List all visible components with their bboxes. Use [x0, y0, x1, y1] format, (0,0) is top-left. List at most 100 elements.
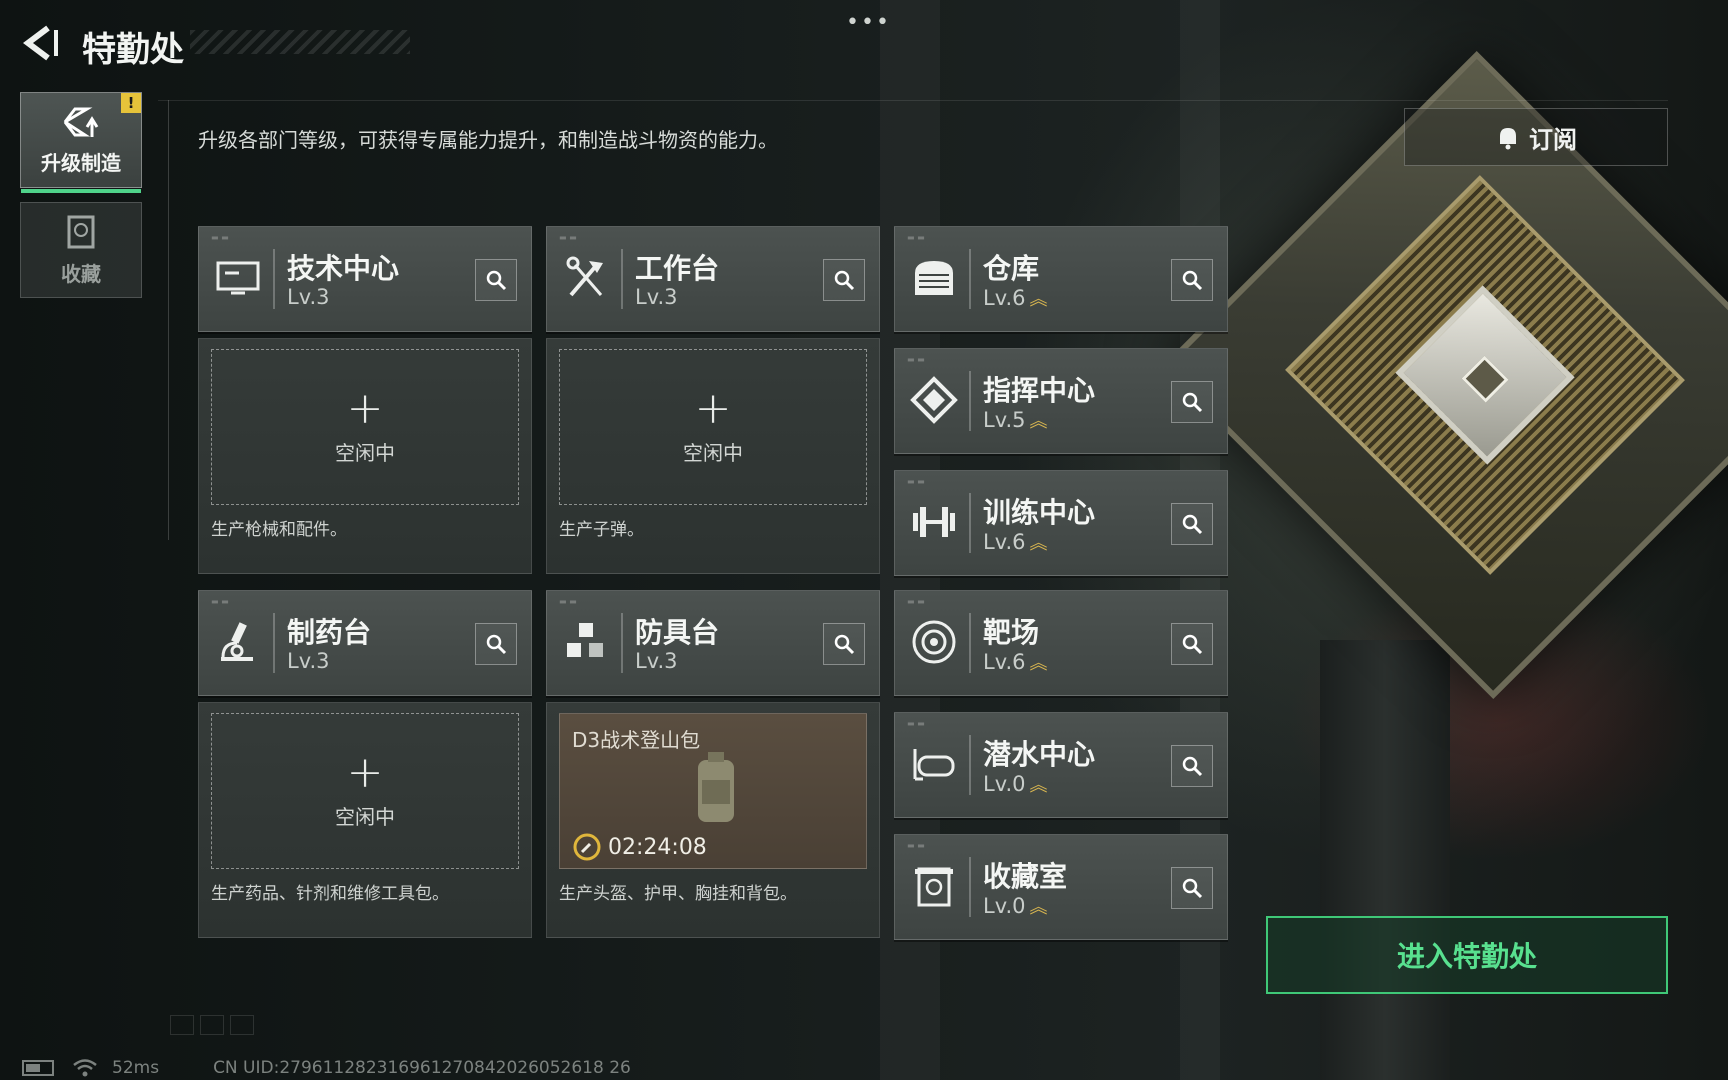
workshop-level: Lv.3: [635, 649, 678, 673]
divider: [168, 100, 169, 540]
upgrade-arrow-icon: ︽: [1029, 289, 1048, 310]
idle-label: 空闲中: [335, 440, 395, 465]
command-icon: [910, 376, 958, 424]
idle-craft-slot[interactable]: + 空闲中: [211, 349, 519, 505]
tab-collection[interactable]: 收藏: [20, 202, 142, 298]
inspect-button[interactable]: [823, 623, 865, 665]
workshop-workbench-slot: + 空闲中 生产子弹。: [546, 338, 880, 574]
bell-icon: [1500, 128, 1516, 150]
subscribe-button[interactable]: 订阅: [1404, 108, 1668, 166]
upgrade-arrow-icon: ︽: [1029, 653, 1048, 674]
computer-icon: [216, 261, 260, 295]
idle-label: 空闲中: [683, 440, 743, 465]
inspect-button[interactable]: [1171, 259, 1213, 301]
workshop-level: Lv.3: [287, 649, 330, 673]
wrench-timer-icon: [573, 833, 601, 861]
workshop-tech-center[interactable]: ▬ ▬ 技术中心 Lv.3: [198, 226, 532, 332]
department-name: 仓库: [983, 252, 1040, 285]
department-level: Lv.6 ︽: [983, 650, 1048, 674]
workshop-pharmacy[interactable]: ▬ ▬ 制药台 Lv.3: [198, 590, 532, 696]
warehouse-icon: [915, 261, 953, 295]
title-decoration: [190, 30, 410, 54]
tools-icon: [566, 256, 603, 297]
page-title: 特勤处: [82, 30, 184, 70]
search-icon: [834, 634, 855, 655]
inspect-button[interactable]: [1171, 503, 1213, 545]
cube-pedestal: [1320, 640, 1450, 1080]
department-warehouse[interactable]: ▬ ▬ 仓库 Lv.6 ︽: [894, 226, 1228, 332]
workshop-level: Lv.3: [287, 285, 330, 309]
idle-craft-slot[interactable]: + 空闲中: [211, 713, 519, 869]
search-icon: [1182, 756, 1203, 777]
produce-description: 生产头盔、护甲、胸挂和背包。: [559, 884, 797, 904]
timer-text: 02:24:08: [608, 834, 707, 860]
department-level: Lv.0 ︽: [983, 894, 1048, 918]
battery-icon: [22, 1060, 54, 1076]
department-name: 训练中心: [983, 496, 1096, 529]
tab-upgrade-craft[interactable]: ! 升级制造: [20, 92, 142, 193]
workshop-name: 技术中心: [287, 252, 400, 285]
workshop-name: 工作台: [635, 252, 720, 285]
search-icon: [486, 634, 507, 655]
workshop-armor-bench[interactable]: ▬ ▬ 防具台 Lv.3: [546, 590, 880, 696]
department-level: Lv.6 ︽: [983, 530, 1048, 554]
cubes-icon: [567, 623, 603, 657]
target-icon: [912, 620, 956, 664]
workshop-workbench[interactable]: ▬ ▬ 工作台 Lv.3: [546, 226, 880, 332]
department-name: 指挥中心: [983, 374, 1096, 407]
department-name: 靶场: [983, 616, 1040, 649]
upgrade-icon: [63, 107, 99, 137]
department-diving-center[interactable]: ▬ ▬ 潜水中心 Lv.0 ︽: [894, 712, 1228, 818]
department-shooting-range[interactable]: ▬ ▬ 靶场 Lv.6 ︽: [894, 590, 1228, 696]
enter-special-ops-button[interactable]: 进入特勤处: [1266, 916, 1668, 994]
more-dots-icon[interactable]: •••: [846, 10, 891, 35]
upgrade-arrow-icon: ︽: [1029, 775, 1048, 796]
decoration: [170, 1015, 254, 1035]
department-command-center[interactable]: ▬ ▬ 指挥中心 Lv.5 ︽: [894, 348, 1228, 454]
craft-timer: 02:24:08: [572, 832, 707, 862]
crafting-slot[interactable]: D3战术登山包 02:24:08: [559, 713, 867, 869]
department-level: Lv.0 ︽: [983, 772, 1048, 796]
department-level: Lv.5 ︽: [983, 408, 1048, 432]
upgrade-arrow-icon: ︽: [1029, 897, 1048, 918]
department-name: 潜水中心: [983, 738, 1096, 771]
search-icon: [1182, 270, 1203, 291]
back-arrow-icon[interactable]: [18, 22, 60, 64]
search-icon: [1182, 514, 1203, 535]
inspect-button[interactable]: [475, 259, 517, 301]
workshop-armor-bench-slot: D3战术登山包 02:24:08 生产头盔、护甲、胸挂和背包。: [546, 702, 880, 938]
dumbbell-icon: [913, 507, 955, 537]
crafting-item-name: D3战术登山包: [572, 728, 701, 752]
upgrade-arrow-icon: ︽: [1029, 411, 1048, 432]
add-icon: +: [346, 382, 384, 434]
produce-description: 生产枪械和配件。: [211, 520, 347, 540]
search-icon: [1182, 878, 1203, 899]
idle-label: 空闲中: [335, 804, 395, 829]
diving-mask-icon: [913, 749, 955, 781]
add-icon: +: [694, 382, 732, 434]
inspect-button[interactable]: [1171, 867, 1213, 909]
backpack-icon: [698, 752, 734, 822]
wifi-icon: [73, 1059, 97, 1077]
inspect-button[interactable]: [475, 623, 517, 665]
tab-label: 收藏: [61, 261, 101, 286]
idle-craft-slot[interactable]: + 空闲中: [559, 349, 867, 505]
workshop-name: 制药台: [287, 616, 372, 649]
department-training-center[interactable]: ▬ ▬ 训练中心 Lv.6 ︽: [894, 470, 1228, 576]
user-uid: CN UID:279611282316961270842026052618 26: [213, 1058, 631, 1078]
department-collection-room[interactable]: ▬ ▬ 收藏室 Lv.0 ︽: [894, 834, 1228, 940]
search-icon: [834, 270, 855, 291]
inspect-button[interactable]: [823, 259, 865, 301]
inspect-button[interactable]: [1171, 745, 1213, 787]
workshop-pharmacy-slot: + 空闲中 生产药品、针剂和维修工具包。: [198, 702, 532, 938]
page-description: 升级各部门等级，可获得专属能力提升，和制造战斗物资的能力。: [198, 128, 778, 152]
inspect-button[interactable]: [1171, 623, 1213, 665]
alert-badge: !: [121, 93, 141, 113]
workshop-tech-center-slot: + 空闲中 生产枪械和配件。: [198, 338, 532, 574]
workshop-level: Lv.3: [635, 285, 678, 309]
status-bar: 52ms CN UID:2796112823169612708420260526…: [22, 1058, 631, 1078]
inspect-button[interactable]: [1171, 381, 1213, 423]
produce-description: 生产药品、针剂和维修工具包。: [211, 884, 449, 904]
search-icon: [1182, 392, 1203, 413]
workshop-name: 防具台: [635, 616, 720, 649]
